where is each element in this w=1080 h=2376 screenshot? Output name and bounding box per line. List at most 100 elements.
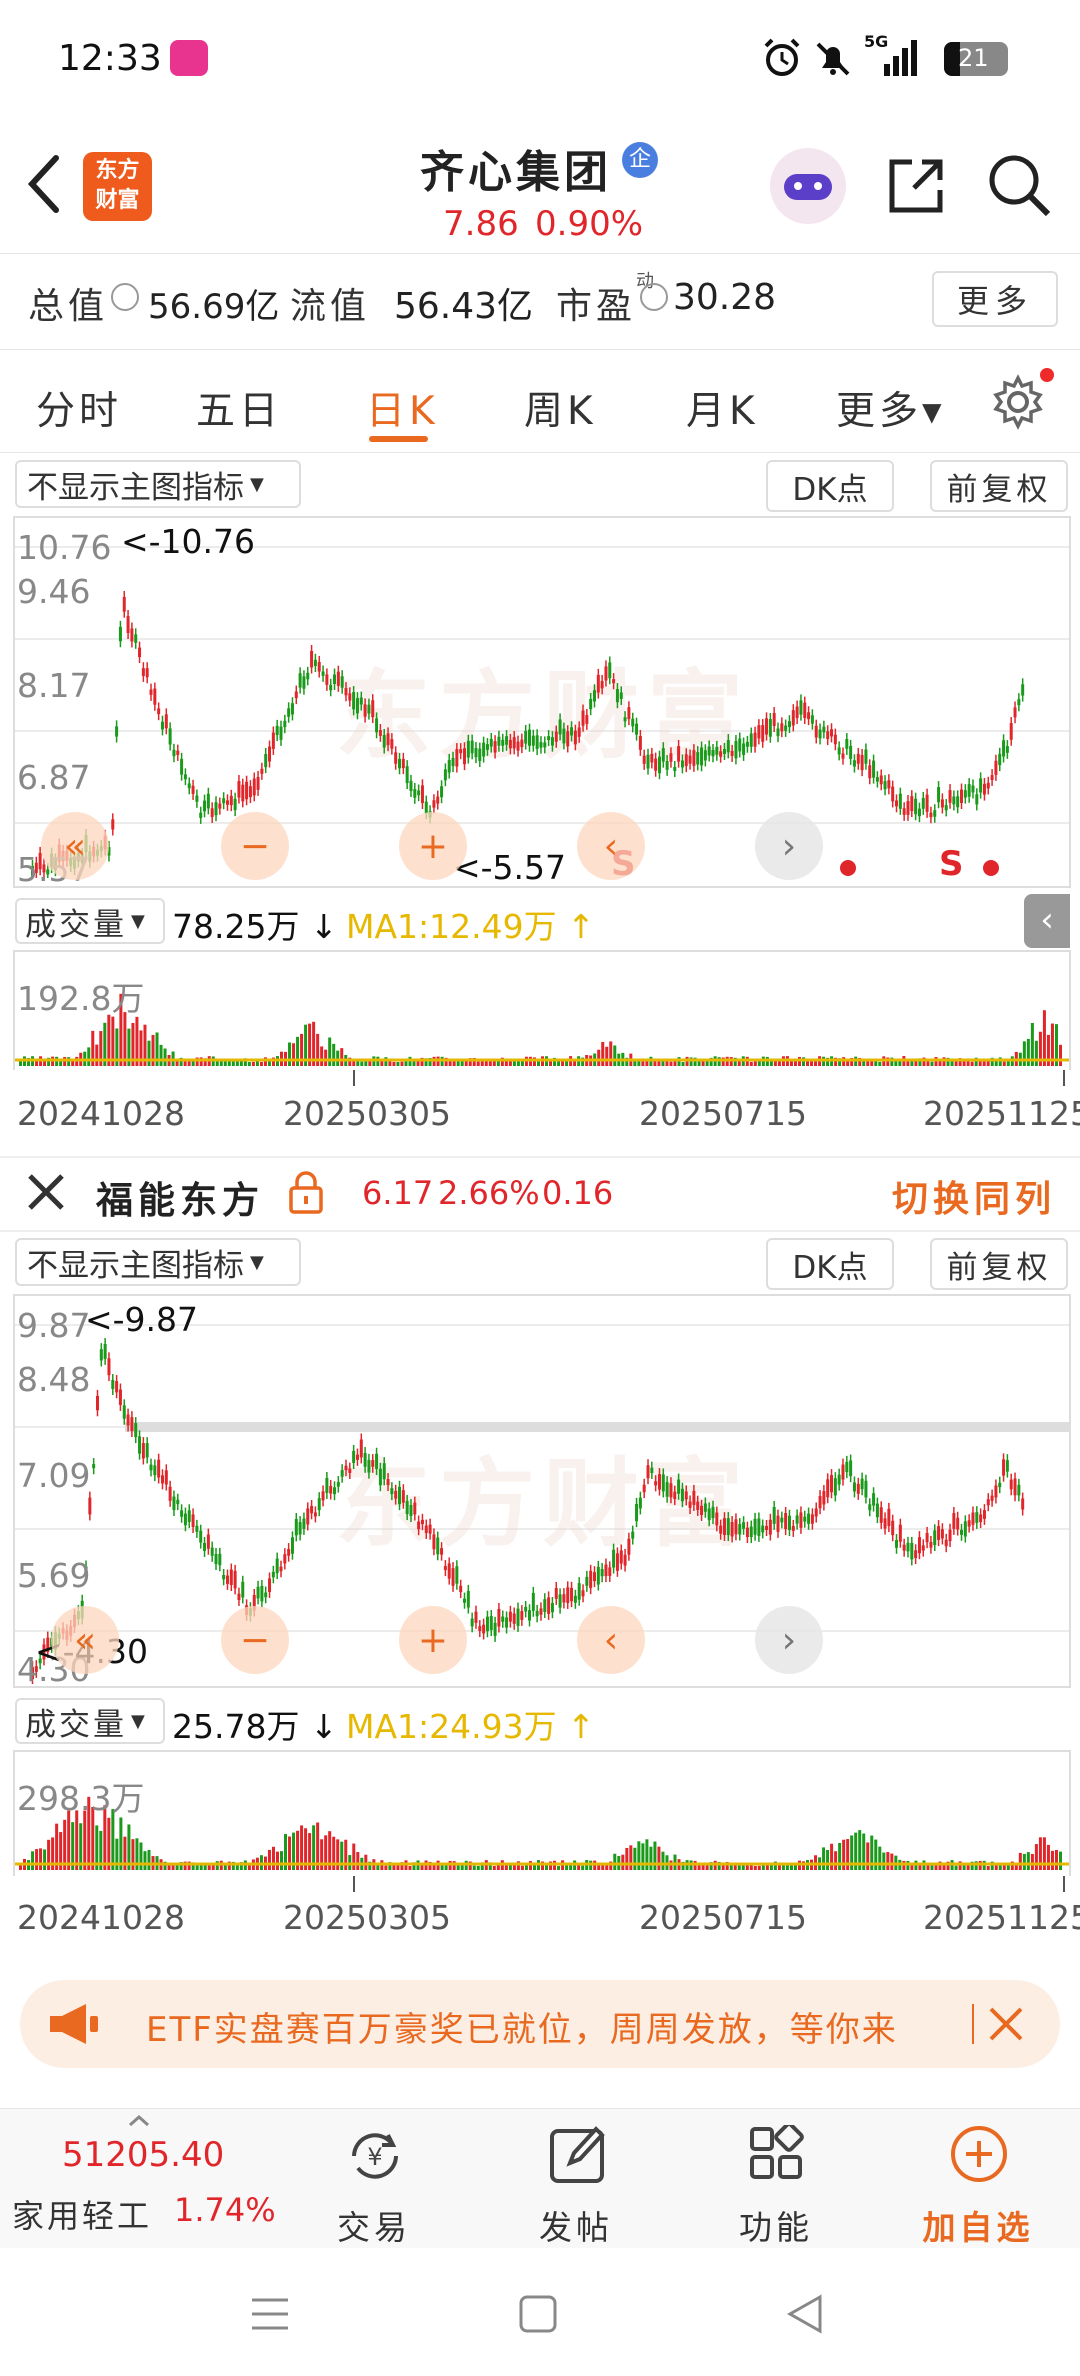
zoom-in-icon[interactable]: + xyxy=(399,812,467,880)
candle-body xyxy=(260,768,264,774)
close-icon[interactable] xyxy=(26,1172,66,1212)
more-metrics-button[interactable]: 更多 xyxy=(932,271,1058,327)
scroll-left-icon[interactable]: ‹ xyxy=(577,1606,645,1674)
volume-bar xyxy=(275,1851,279,1870)
chart1-price-panel[interactable]: 东方财富 10.76 9.46 8.17 6.87 5.57 <-10.76 <… xyxy=(13,516,1071,889)
chart2-volume-select[interactable]: 成交量 ▼ xyxy=(15,1698,165,1744)
candle-body xyxy=(1002,740,1006,757)
chart1-dk-button[interactable]: DK点 xyxy=(766,460,894,512)
volume-bar xyxy=(789,1061,793,1066)
zoom-out-icon[interactable]: − xyxy=(221,1606,289,1674)
candle-body xyxy=(910,1542,914,1560)
candle-body xyxy=(138,647,142,658)
candle-body xyxy=(485,744,489,750)
scroll-right-icon[interactable]: › xyxy=(755,812,823,880)
post-button[interactable]: 发帖 xyxy=(476,2109,676,2249)
candle-body xyxy=(879,1507,883,1523)
volume-bar xyxy=(324,1049,328,1066)
chart1-adjust-button[interactable]: 前复权 xyxy=(930,460,1068,512)
candle-body xyxy=(222,1574,226,1580)
promo-banner[interactable]: ETF实盘赛百万豪奖已就位，周周发放，等你来 xyxy=(20,1980,1060,2068)
chart1-volume-select[interactable]: 成交量 ▼ xyxy=(15,898,165,944)
zoom-in-icon[interactable]: + xyxy=(399,1606,467,1674)
candle-body xyxy=(367,704,371,714)
info-icon[interactable] xyxy=(111,283,139,311)
stock-name[interactable]: 齐心集团 xyxy=(420,136,612,200)
candle-body xyxy=(646,1465,650,1479)
candle-body xyxy=(940,1529,944,1539)
candle-body xyxy=(92,1464,96,1469)
scroll-left-fast-icon[interactable]: « xyxy=(51,1606,119,1674)
menu-icon[interactable] xyxy=(250,2296,290,2332)
candle-body xyxy=(906,801,910,815)
back-arrow-icon[interactable] xyxy=(24,154,64,214)
candle-body xyxy=(799,700,803,715)
candle-body xyxy=(543,1599,547,1612)
back-icon[interactable] xyxy=(786,2294,824,2334)
sector-index-item[interactable]: 51205.40 家用轻工 1.74% xyxy=(0,2109,280,2249)
candle-body xyxy=(1013,707,1017,718)
switch-same-column-button[interactable]: 切换同列 xyxy=(892,1170,1056,1222)
tab-intraday[interactable]: 分时 xyxy=(36,380,122,436)
scroll-left-fast-icon[interactable]: « xyxy=(41,812,109,880)
candle-body xyxy=(134,634,138,643)
collapse-panel-icon[interactable]: ‹ xyxy=(1024,894,1070,948)
lock-icon[interactable] xyxy=(288,1170,324,1214)
chart1-volume-panel[interactable]: 192.8万 xyxy=(13,950,1071,1072)
candle-body xyxy=(944,1539,948,1547)
add-watchlist-label: 加自选 xyxy=(922,2208,1034,2247)
volume-bar xyxy=(388,1061,392,1066)
compare-stock-name[interactable]: 福能东方 xyxy=(96,1170,264,1224)
volume-bar xyxy=(1006,1865,1010,1870)
volume-bar xyxy=(882,1852,886,1870)
zoom-out-icon[interactable]: − xyxy=(221,812,289,880)
chart2-price-panel[interactable]: 东方财富 9.87 8.48 7.09 5.69 4.30 <-9.87 <-4… xyxy=(13,1294,1071,1689)
chart1-indicator-select[interactable]: 不显示主图指标 ▼ xyxy=(15,460,301,508)
candle-body xyxy=(635,1503,639,1522)
share-icon[interactable] xyxy=(884,154,948,218)
close-icon[interactable] xyxy=(986,2004,1026,2044)
candle-body xyxy=(474,1611,478,1623)
tab-more[interactable]: 更多▾ xyxy=(836,380,946,436)
candle-body xyxy=(466,740,470,758)
volume-bar xyxy=(384,1057,388,1066)
candle-body xyxy=(910,796,914,812)
scroll-left-icon[interactable]: ‹ xyxy=(577,812,645,880)
function-button[interactable]: 功能 xyxy=(676,2109,876,2249)
candle-body xyxy=(722,748,726,754)
compare-change-pct: 2.66% xyxy=(438,1174,540,1212)
brand-logo[interactable]: 东方 财富 xyxy=(83,152,152,221)
trade-button[interactable]: ¥ 交易 xyxy=(274,2109,474,2249)
volume-bar xyxy=(637,1061,641,1066)
tab-weekly-k[interactable]: 周K xyxy=(524,380,597,436)
candle-body xyxy=(891,786,895,802)
candle-body xyxy=(505,736,509,745)
chart2-indicator-select[interactable]: 不显示主图指标 ▼ xyxy=(15,1238,301,1286)
candle-body xyxy=(375,1453,379,1470)
candle-body xyxy=(157,1459,161,1478)
candle-body xyxy=(195,1525,199,1532)
candle-body xyxy=(990,1495,994,1501)
scroll-right-icon[interactable]: › xyxy=(755,1606,823,1674)
info-icon[interactable] xyxy=(640,283,668,311)
add-watchlist-button[interactable]: 加自选 xyxy=(878,2109,1078,2249)
candle-body xyxy=(902,1544,906,1551)
date-label: 20250715 xyxy=(639,1094,807,1133)
assistant-robot-icon[interactable] xyxy=(770,148,846,224)
search-icon[interactable] xyxy=(986,152,1052,218)
home-icon[interactable] xyxy=(518,2294,558,2334)
volume-bar xyxy=(1026,1852,1030,1870)
candle-body xyxy=(898,793,902,809)
volume-bar xyxy=(629,1845,633,1870)
candle-body xyxy=(956,1517,960,1530)
metrics-bar: 总值 56.69亿 流值 56.43亿 市盈 动 30.28 更多 xyxy=(0,253,1080,350)
candle-body xyxy=(443,769,447,781)
candle-body xyxy=(696,1501,700,1510)
chart2-adjust-button[interactable]: 前复权 xyxy=(930,1238,1068,1290)
chart2-dk-button[interactable]: DK点 xyxy=(766,1238,894,1290)
tab-daily-k[interactable]: 日K xyxy=(366,380,439,436)
tab-five-day[interactable]: 五日 xyxy=(196,380,282,436)
tab-monthly-k[interactable]: 月K xyxy=(686,380,759,436)
chart2-volume-panel[interactable]: 298.3万 xyxy=(13,1750,1071,1878)
settings-gear-icon[interactable] xyxy=(990,374,1046,430)
